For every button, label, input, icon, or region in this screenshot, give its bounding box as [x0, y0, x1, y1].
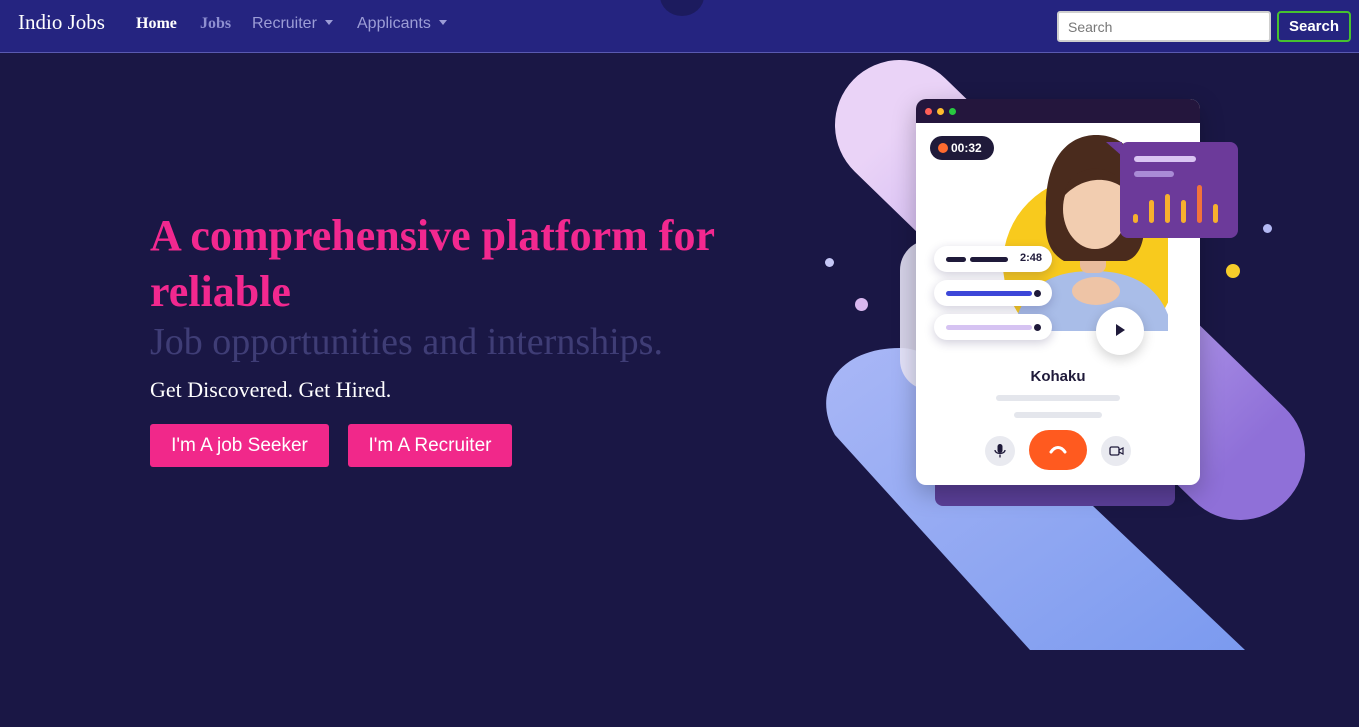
progress-knob: [1034, 324, 1041, 331]
decorative-blob: [660, 0, 704, 16]
placeholder-line: [996, 395, 1120, 401]
video-camera-icon: [1109, 446, 1124, 456]
analytics-card: [1120, 142, 1238, 238]
nav-jobs-link[interactable]: Jobs: [200, 15, 231, 33]
recruiter-button[interactable]: I'm A Recruiter: [348, 424, 512, 467]
message-duration: 2:48: [1019, 252, 1042, 264]
top-navbar: Indio Jobs Home Jobs Recruiter Applicant…: [0, 0, 1359, 53]
hero-illustration: 00:32 2:48 Kohaku: [800, 50, 1340, 660]
audio-message-pill: 2:48: [934, 246, 1052, 272]
caret-down-icon: [324, 20, 333, 25]
play-icon: [1116, 324, 1125, 336]
decorative-dot: [1263, 224, 1272, 233]
mute-button[interactable]: [985, 436, 1015, 466]
progress-track: [946, 325, 1032, 330]
nav-applicants-dropdown[interactable]: Applicants: [357, 15, 447, 33]
hang-up-button[interactable]: [1029, 430, 1087, 470]
progress-pill-lavender: [934, 314, 1052, 340]
nav-home-link[interactable]: Home: [136, 15, 177, 33]
nav-recruiter-label: Recruiter: [252, 15, 317, 32]
search-input[interactable]: [1057, 11, 1271, 42]
hero-subline: Job opportunities and internships.: [150, 321, 663, 363]
placeholder-line: [1014, 412, 1102, 418]
job-seeker-button[interactable]: I'm A job Seeker: [150, 424, 329, 467]
nav-applicants-label: Applicants: [357, 15, 431, 32]
video-toggle-button[interactable]: [1101, 436, 1131, 466]
window-close-dot: [925, 108, 932, 115]
search-button[interactable]: Search: [1277, 11, 1351, 42]
decorative-dot: [1226, 264, 1240, 278]
decorative-dot: [825, 258, 834, 267]
window-title-bar: [916, 99, 1200, 123]
waveform-bar: [946, 257, 966, 262]
caller-name: Kohaku: [1030, 368, 1086, 385]
waveform-bar: [970, 257, 1008, 262]
nav-recruiter-dropdown[interactable]: Recruiter: [252, 15, 333, 33]
play-button[interactable]: [1096, 307, 1144, 355]
caret-down-icon: [438, 20, 447, 25]
window-maximize-dot: [949, 108, 956, 115]
progress-knob: [1034, 290, 1041, 297]
progress-pill-blue: [934, 280, 1052, 306]
bar-chart-icon: [1133, 156, 1218, 223]
progress-track: [946, 291, 1032, 296]
hero-headline: A comprehensive platform for reliable: [150, 211, 715, 316]
hero-tagline: Get Discovered. Get Hired.: [150, 377, 392, 402]
microphone-icon: [994, 444, 1006, 458]
decorative-dot: [855, 298, 868, 311]
brand-logo[interactable]: Indio Jobs: [18, 10, 105, 35]
window-minimize-dot: [937, 108, 944, 115]
recording-dot-icon: [938, 143, 948, 153]
hang-up-icon: [1049, 446, 1067, 454]
